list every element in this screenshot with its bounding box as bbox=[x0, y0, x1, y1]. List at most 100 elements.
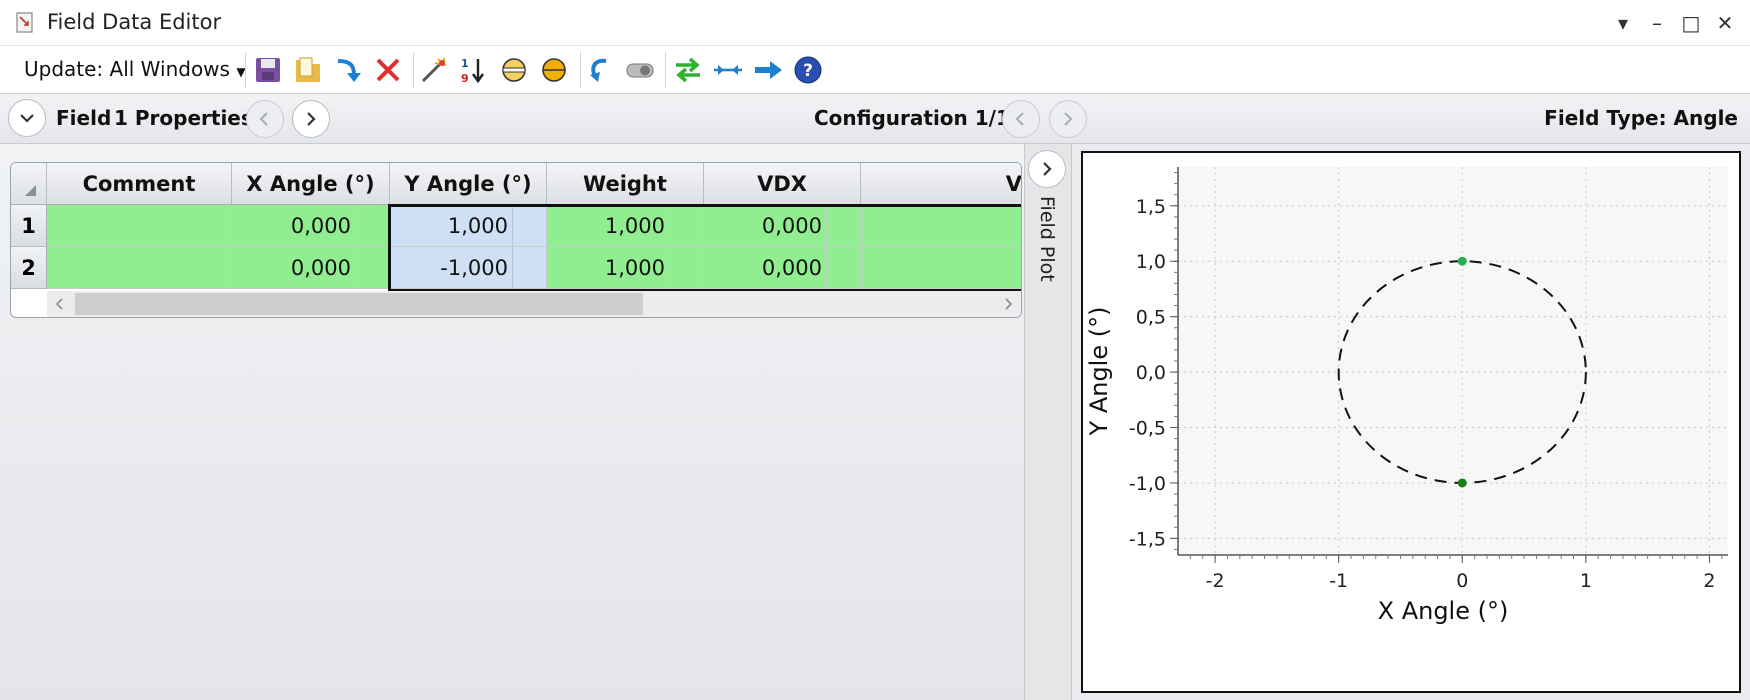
chevron-left-icon bbox=[259, 112, 268, 126]
window-menu-button[interactable]: ▾ bbox=[1608, 8, 1638, 38]
x-tick-label: -1 bbox=[1329, 570, 1348, 592]
y-angle-cell[interactable]: -1,000 bbox=[390, 247, 547, 289]
column-header-y-angle[interactable]: Y Angle (°) bbox=[390, 163, 547, 205]
weight-cell[interactable]: 1,000 bbox=[547, 247, 704, 289]
previous-field-button[interactable] bbox=[246, 100, 284, 138]
next-field-button[interactable] bbox=[292, 100, 330, 138]
undo-icon[interactable] bbox=[584, 55, 616, 85]
chevron-right-icon bbox=[1043, 162, 1052, 176]
horizontal-scrollbar[interactable] bbox=[47, 291, 1021, 317]
x-tick-label: 2 bbox=[1703, 570, 1715, 592]
field-header: Field 1 Properties Configuration 1/1 Fie… bbox=[0, 94, 1750, 144]
column-header-comment[interactable]: Comment bbox=[47, 163, 232, 205]
solve-cell[interactable] bbox=[826, 205, 860, 246]
chevron-right-icon bbox=[307, 112, 316, 126]
field-point bbox=[1457, 478, 1467, 488]
field-properties-label: 1 Properties bbox=[114, 106, 253, 130]
expand-plot-button[interactable] bbox=[1028, 150, 1066, 188]
open-icon[interactable] bbox=[292, 55, 324, 85]
svg-text:9: 9 bbox=[461, 72, 469, 85]
y-angle-cell[interactable]: 1,000 bbox=[390, 205, 547, 247]
solve-cell[interactable] bbox=[826, 247, 860, 288]
field-point bbox=[1457, 256, 1467, 266]
sort-icon[interactable]: 19 bbox=[458, 55, 490, 85]
y-axis-label: Y Angle (°) bbox=[1085, 307, 1113, 437]
field-type-label: Field Type: Angle bbox=[1544, 106, 1738, 130]
y-tick-label: 1,5 bbox=[1136, 196, 1166, 218]
window-title: Field Data Editor bbox=[47, 10, 222, 34]
weight-cell[interactable]: 1,000 bbox=[547, 205, 704, 247]
configuration-label: Configuration 1/1 bbox=[814, 106, 1010, 130]
field-data-grid: Comment X Angle (°) Y Angle (°) Weight V… bbox=[10, 162, 1022, 318]
scrollbar-thumb[interactable] bbox=[75, 293, 643, 315]
column-header-vdy[interactable]: V bbox=[861, 163, 1021, 205]
app-icon bbox=[16, 12, 33, 33]
vignetting-icon[interactable] bbox=[498, 55, 530, 85]
next-configuration-button[interactable] bbox=[1049, 100, 1087, 138]
chevron-right-icon bbox=[1064, 112, 1073, 126]
x-angle-cell[interactable]: 0,000 bbox=[232, 247, 390, 289]
save-icon[interactable] bbox=[252, 55, 284, 85]
solve-cell[interactable] bbox=[512, 247, 546, 288]
solve-cell[interactable] bbox=[669, 205, 703, 246]
vdx-cell[interactable]: 0,000 bbox=[704, 247, 861, 289]
field-label: Field bbox=[56, 106, 112, 130]
solve-cell[interactable] bbox=[669, 247, 703, 288]
toolbar-separator bbox=[665, 52, 666, 88]
x-tick-label: 0 bbox=[1456, 570, 1468, 592]
import-icon[interactable] bbox=[332, 55, 364, 85]
comment-cell[interactable] bbox=[47, 247, 232, 289]
equalize-icon[interactable] bbox=[712, 55, 744, 85]
convert-icon[interactable] bbox=[672, 55, 704, 85]
grid-corner[interactable] bbox=[11, 163, 47, 205]
comment-cell[interactable] bbox=[47, 205, 232, 247]
solve-cell[interactable] bbox=[512, 205, 546, 246]
arrow-right-icon[interactable] bbox=[752, 55, 784, 85]
delete-icon[interactable] bbox=[372, 55, 404, 85]
field-plot-tab-label[interactable]: Field Plot bbox=[1036, 196, 1058, 282]
toolbar-separator bbox=[580, 52, 581, 88]
svg-text:?: ? bbox=[803, 61, 813, 81]
select-all-icon bbox=[24, 185, 36, 196]
chevron-down-icon bbox=[20, 114, 34, 123]
y-tick-label: -0,5 bbox=[1129, 418, 1166, 440]
collapse-button[interactable] bbox=[8, 99, 46, 137]
minimize-button[interactable]: – bbox=[1642, 8, 1672, 38]
column-header-vdx[interactable]: VDX bbox=[704, 163, 861, 205]
row-header-1[interactable]: 1 bbox=[11, 205, 47, 247]
solve-cell[interactable] bbox=[355, 205, 389, 246]
y-tick-label: 1,0 bbox=[1136, 251, 1166, 273]
help-icon[interactable]: ? bbox=[792, 55, 824, 85]
chevron-right-icon[interactable] bbox=[999, 295, 1017, 313]
clear-vignetting-icon[interactable] bbox=[538, 55, 570, 85]
update-dropdown[interactable]: Update: All Windows ▼ bbox=[14, 55, 256, 83]
wizard-icon[interactable] bbox=[418, 55, 450, 85]
x-angle-cell[interactable]: 0,000 bbox=[232, 205, 390, 247]
column-header-weight[interactable]: Weight bbox=[547, 163, 704, 205]
previous-configuration-button[interactable] bbox=[1002, 100, 1040, 138]
toolbar-separator bbox=[245, 52, 246, 88]
chevron-left-icon[interactable] bbox=[51, 295, 69, 313]
toolbar: Update: All Windows ▼ 19 ? bbox=[0, 46, 1750, 94]
row-header-2[interactable]: 2 bbox=[11, 247, 47, 289]
chevron-left-icon bbox=[1015, 112, 1024, 126]
column-header-x-angle[interactable]: X Angle (°) bbox=[232, 163, 390, 205]
plot-area bbox=[1178, 167, 1728, 555]
y-tick-label: -1,0 bbox=[1129, 473, 1166, 495]
y-tick-label: 0,0 bbox=[1136, 362, 1166, 384]
solve-cell[interactable] bbox=[355, 247, 389, 288]
update-dropdown-label: Update: All Windows bbox=[24, 57, 230, 81]
field-plot: -2 -1 0 1 2 1,5 1,0 0,5 0,0 -0,5 -1,0 -1,5 X Angle (… bbox=[1081, 151, 1741, 693]
y-tick-label: -1,5 bbox=[1129, 528, 1166, 550]
toggle-icon[interactable] bbox=[624, 55, 656, 85]
toolbar-separator bbox=[413, 52, 414, 88]
maximize-button[interactable]: □ bbox=[1676, 8, 1706, 38]
vdy-cell[interactable] bbox=[861, 247, 1021, 289]
y-tick-label: 0,5 bbox=[1136, 307, 1166, 329]
vdx-cell[interactable]: 0,000 bbox=[704, 205, 861, 247]
x-tick-label: -2 bbox=[1206, 570, 1225, 592]
vdy-cell[interactable] bbox=[861, 205, 1021, 247]
close-button[interactable]: ✕ bbox=[1710, 8, 1740, 38]
svg-text:1: 1 bbox=[461, 57, 469, 70]
title-bar: Field Data Editor ▾ – □ ✕ bbox=[0, 0, 1750, 46]
